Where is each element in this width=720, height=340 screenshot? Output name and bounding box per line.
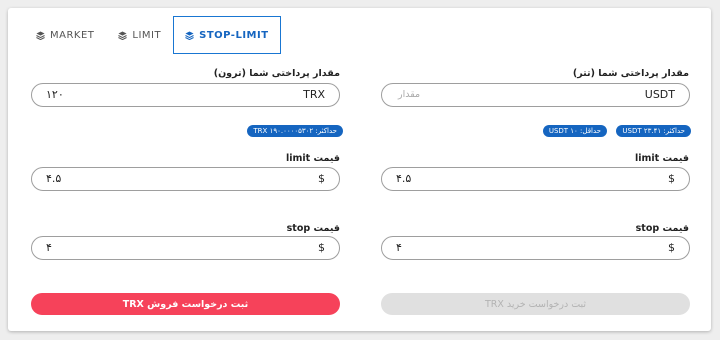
buy-amount-label: مقدار پرداختی شما (تتر) xyxy=(572,68,689,79)
tab-market-label: MARKET xyxy=(50,29,95,41)
sell-stop-currency: $ xyxy=(318,241,325,254)
sell-amount-currency: TRX xyxy=(303,88,325,101)
buy-limit-price-field[interactable]: ۴.۵ $ xyxy=(381,167,690,191)
sell-submit-button[interactable]: ثبت درخواست فروش TRX xyxy=(31,293,340,315)
buy-limit-currency: $ xyxy=(668,172,675,185)
buy-stop-price-field[interactable]: ۴ $ xyxy=(381,236,690,260)
trade-panel: MARKET LIMIT STOP-LIMIT مقدار پرداختی شم… xyxy=(8,8,711,331)
layers-icon xyxy=(185,30,194,40)
buy-amount-placeholder: مقدار xyxy=(398,89,421,100)
layers-icon xyxy=(36,30,45,40)
sell-limit-value: ۴.۵ xyxy=(46,172,62,185)
sell-amount-field[interactable]: ۱۲۰ TRX xyxy=(31,83,340,107)
sell-amount-value: ۱۲۰ xyxy=(46,88,64,101)
buy-stop-value: ۴ xyxy=(396,241,402,254)
layers-icon xyxy=(118,30,128,40)
tab-limit[interactable]: LIMIT xyxy=(106,16,173,54)
tab-stop-limit[interactable]: STOP-LIMIT xyxy=(173,16,281,54)
buy-amount-field[interactable]: مقدار USDT xyxy=(381,83,690,107)
buy-stop-label: قیمت stop xyxy=(635,223,689,234)
sell-stop-price-field[interactable]: ۴ $ xyxy=(31,236,340,260)
sell-amount-label: مقدار پرداختی شما (ترون) xyxy=(213,68,340,79)
buy-submit-button[interactable]: ثبت درخواست خرید TRX xyxy=(381,293,690,315)
buy-max-chip: حداکثر: USDT ۲۳.۴۱ xyxy=(616,125,691,137)
sell-stop-label: قیمت stop xyxy=(286,223,340,234)
order-type-tabs: MARKET LIMIT STOP-LIMIT xyxy=(24,16,281,54)
buy-min-chip: حداقل: USDT ۱۰ xyxy=(542,125,607,137)
tab-market[interactable]: MARKET xyxy=(24,16,106,54)
tab-limit-label: LIMIT xyxy=(132,29,162,41)
sell-stop-value: ۴ xyxy=(46,241,52,254)
buy-stop-currency: $ xyxy=(668,241,675,254)
sell-limit-currency: $ xyxy=(318,172,325,185)
sell-limit-price-field[interactable]: ۴.۵ $ xyxy=(31,167,340,191)
buy-limit-value: ۴.۵ xyxy=(396,172,412,185)
tab-stop-limit-label: STOP-LIMIT xyxy=(199,29,269,41)
buy-limit-label: قیمت limit xyxy=(634,153,689,164)
sell-max-chip: حداکثر: TRX ۱۹۰.۰۰۰۰۵۳۰۲ xyxy=(247,125,343,137)
buy-amount-currency: USDT xyxy=(644,88,675,101)
sell-limit-label: قیمت limit xyxy=(285,153,340,164)
